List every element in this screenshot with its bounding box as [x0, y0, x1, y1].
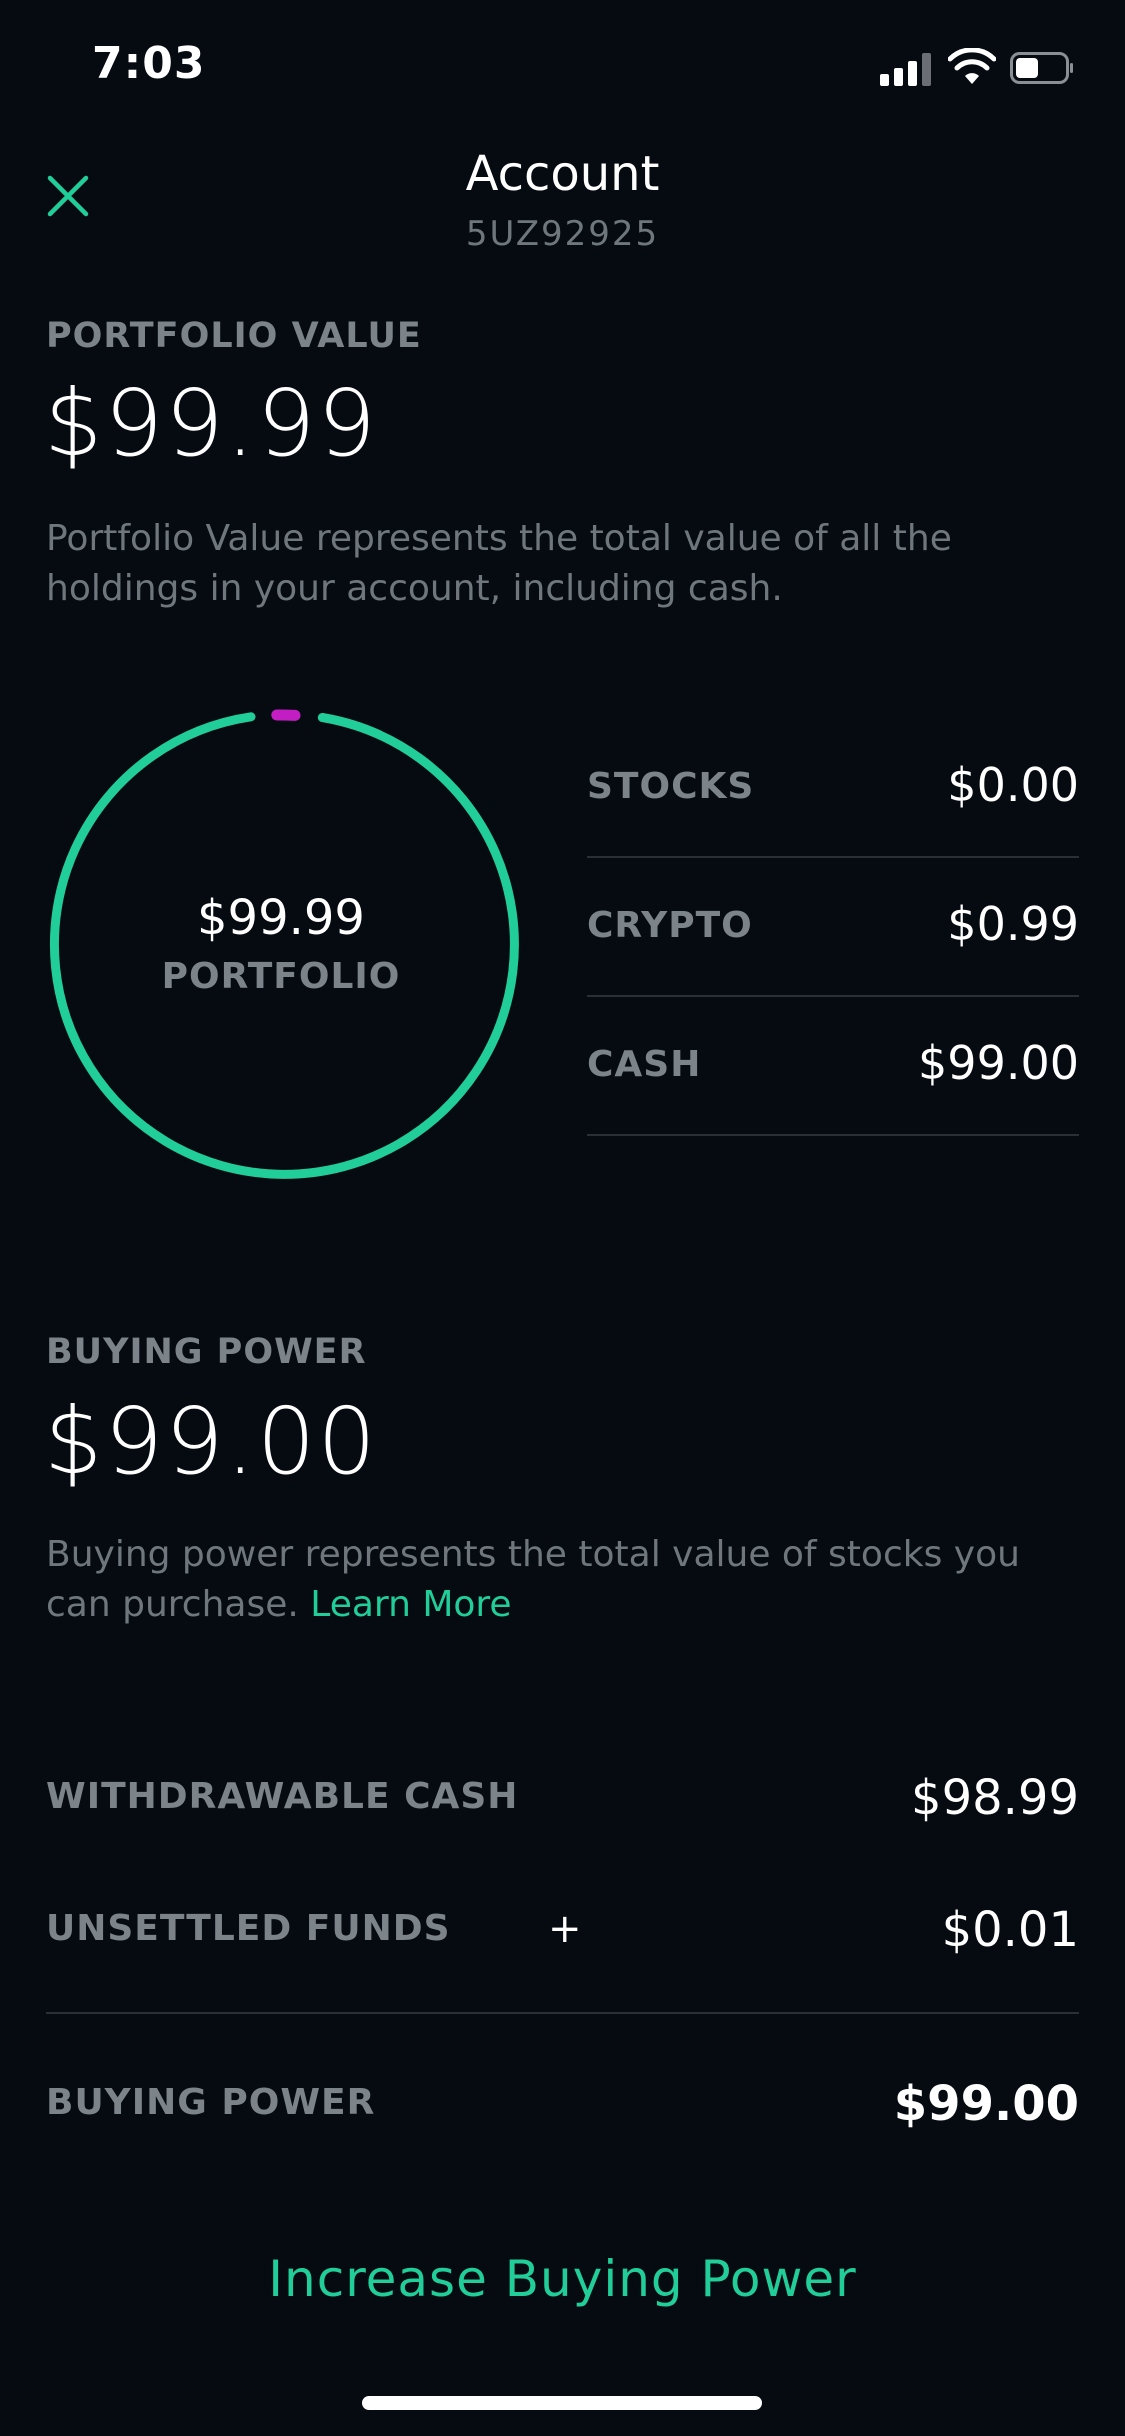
buying-power-description-text: Buying power represents the total value …: [46, 1534, 1020, 1625]
holding-value: $0.99: [947, 897, 1079, 951]
buying-power-total-label: BUYING POWER: [46, 2082, 376, 2123]
holding-row-crypto[interactable]: CRYPTO $0.99: [587, 857, 1079, 997]
home-indicator[interactable]: [362, 2396, 762, 2410]
cellular-signal-icon: [880, 50, 936, 86]
donut-center-value: $99.99: [197, 890, 365, 946]
increase-buying-power-button[interactable]: Increase Buying Power: [0, 2250, 1125, 2308]
withdrawable-cash-value: $98.99: [911, 1770, 1079, 1826]
buying-power-value: $99.00: [44, 1388, 378, 1495]
account-number: 5UZ92925: [465, 214, 660, 254]
buying-power-total-value: $99.00: [893, 2076, 1079, 2132]
buying-power-description: Buying power represents the total value …: [46, 1530, 1086, 1630]
status-time: 7:03: [92, 38, 206, 89]
holding-label: STOCKS: [587, 766, 755, 807]
withdrawable-cash-label: WITHDRAWABLE CASH: [46, 1776, 519, 1817]
donut-center-label: PORTFOLIO: [161, 956, 401, 997]
holding-row-cash[interactable]: CASH $99.00: [587, 996, 1079, 1136]
divider: [46, 2012, 1079, 2014]
battery-icon: [1010, 52, 1073, 84]
holding-value: $99.00: [918, 1036, 1079, 1090]
buying-power-label: BUYING POWER: [46, 1332, 367, 1372]
wifi-icon: [948, 48, 996, 84]
portfolio-value: $99.99: [44, 370, 378, 477]
portfolio-description: Portfolio Value represents the total val…: [46, 518, 952, 609]
holding-label: CRYPTO: [587, 905, 753, 946]
unsettled-funds-value: $0.01: [941, 1902, 1079, 1958]
holding-label: CASH: [587, 1044, 702, 1085]
holding-row-stocks[interactable]: STOCKS $0.00: [587, 718, 1079, 858]
unsettled-funds-label: UNSETTLED FUNDS: [46, 1908, 451, 1949]
learn-more-link[interactable]: Learn More: [310, 1584, 511, 1625]
portfolio-value-label: PORTFOLIO VALUE: [46, 316, 422, 356]
expand-plus-icon[interactable]: +: [548, 1906, 582, 1952]
holding-value: $0.00: [947, 758, 1079, 812]
page-title: Account: [465, 146, 660, 202]
